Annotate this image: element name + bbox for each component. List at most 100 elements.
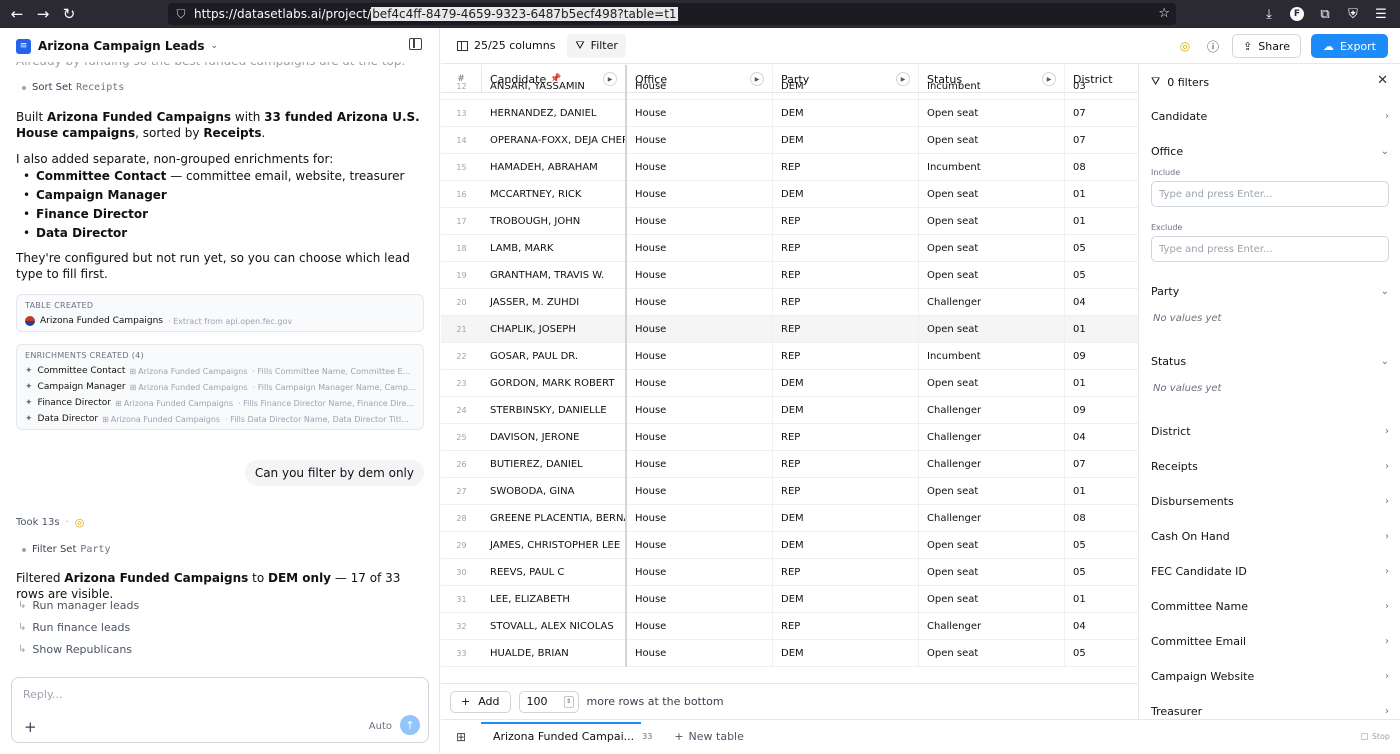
table-row[interactable]: 24 STERBINSKY, DANIELLE House DEM Challenger… bbox=[441, 397, 1138, 424]
filter-section-candidate[interactable]: Candidate › bbox=[1151, 110, 1389, 123]
party-cell[interactable]: REP bbox=[773, 424, 919, 451]
reply-composer[interactable]: Reply... + Auto ↑ bbox=[11, 677, 429, 743]
filter-section-office[interactable]: Office ⌄ bbox=[1151, 145, 1389, 158]
candidate-cell[interactable]: JASSER, M. ZUHDI bbox=[482, 289, 627, 316]
candidate-cell[interactable]: MCCARTNEY, RICK bbox=[482, 181, 627, 208]
sidebar-toggle-icon[interactable] bbox=[409, 38, 422, 50]
status-cell[interactable]: Open seat bbox=[919, 586, 1065, 613]
candidate-cell[interactable]: GREENE PLACENTIA, BERNADETTE bbox=[482, 505, 627, 532]
profile-avatar[interactable]: F bbox=[1284, 0, 1310, 28]
table-row[interactable]: 29 JAMES, CHRISTOPHER LEE House DEM Open sea… bbox=[441, 532, 1138, 559]
plus-icon[interactable]: + bbox=[24, 718, 37, 736]
table-row[interactable]: 28 GREENE PLACENTIA, BERNADETTEHouseDEMCh… bbox=[441, 505, 1138, 532]
project-title[interactable]: Arizona Campaign Leads bbox=[38, 39, 205, 53]
suggestion-show-republicans[interactable]: ↳ Show Republicans bbox=[18, 643, 132, 656]
reply-input[interactable]: Reply... bbox=[23, 688, 62, 701]
back-arrow-icon[interactable]: ← bbox=[4, 0, 30, 28]
office-cell[interactable]: House bbox=[627, 640, 773, 667]
district-cell[interactable]: 03 bbox=[1065, 73, 1138, 100]
candidate-cell[interactable]: BUTIEREZ, DANIEL bbox=[482, 451, 627, 478]
office-cell[interactable]: House bbox=[627, 451, 773, 478]
candidate-cell[interactable]: TROBOUGH, JOHN bbox=[482, 208, 627, 235]
party-cell[interactable]: DEM bbox=[773, 127, 919, 154]
sort-tool-call[interactable]: Sort Set Receipts bbox=[22, 82, 124, 93]
office-cell[interactable]: House bbox=[627, 559, 773, 586]
status-cell[interactable]: Challenger bbox=[919, 424, 1065, 451]
table-row[interactable]: 19 GRANTHAM, TRAVIS W. House REP Open seat 05 bbox=[441, 262, 1138, 289]
filter-section-disbursements[interactable]: Disbursements › bbox=[1151, 495, 1389, 508]
table-icon[interactable]: ⊞ bbox=[441, 730, 481, 744]
candidate-cell[interactable]: OPERANA-FOXX, DEJA CHERIE bbox=[482, 127, 627, 154]
candidate-cell[interactable]: GOSAR, PAUL DR. bbox=[482, 343, 627, 370]
new-table-button[interactable]: + New table bbox=[674, 730, 744, 743]
party-cell[interactable]: REP bbox=[773, 478, 919, 505]
enrichment-item[interactable]: ✦ Data Director ⊞ Arizona Funded Campaig… bbox=[17, 411, 423, 427]
table-row[interactable]: 16 MCCARTNEY, RICK House DEM Open seat 01 bbox=[441, 181, 1138, 208]
district-cell[interactable]: 01 bbox=[1065, 586, 1138, 613]
table-row[interactable]: 33 HUALDE, BRIAN House DEM Open seat 05 bbox=[441, 640, 1138, 667]
office-cell[interactable]: House bbox=[627, 100, 773, 127]
candidate-cell[interactable]: LAMB, MARK bbox=[482, 235, 627, 262]
district-cell[interactable]: 04 bbox=[1065, 613, 1138, 640]
suggestion-run-finance-leads[interactable]: ↳ Run finance leads bbox=[18, 621, 130, 634]
status-cell[interactable]: Challenger bbox=[919, 613, 1065, 640]
party-cell[interactable]: REP bbox=[773, 154, 919, 181]
table-row[interactable]: 30 REEVS, PAUL C House REP Open seat 05 bbox=[441, 559, 1138, 586]
table-row[interactable]: 21 CHAPLIK, JOSEPH House REP Open seat 01 bbox=[441, 316, 1138, 343]
filter-section-committee-name[interactable]: Committee Name › bbox=[1151, 600, 1389, 613]
candidate-cell[interactable]: GORDON, MARK ROBERT bbox=[482, 370, 627, 397]
candidate-cell[interactable]: ANSARI, YASSAMIN bbox=[482, 73, 627, 100]
table-row[interactable]: 23 GORDON, MARK ROBERT House DEM Open seat 01 bbox=[441, 370, 1138, 397]
office-cell[interactable]: House bbox=[627, 289, 773, 316]
party-cell[interactable]: REP bbox=[773, 289, 919, 316]
add-rows-button[interactable]: + Add bbox=[450, 690, 511, 713]
district-cell[interactable]: 05 bbox=[1065, 640, 1138, 667]
enrichment-item[interactable]: ✦ Committee Contact ⊞ Arizona Funded Cam… bbox=[17, 363, 423, 379]
table-row[interactable]: 12 ANSARI, YASSAMIN House DEM Incumbent 03 bbox=[441, 73, 1138, 100]
candidate-cell[interactable]: HERNANDEZ, DANIEL bbox=[482, 100, 627, 127]
party-cell[interactable]: DEM bbox=[773, 397, 919, 424]
district-cell[interactable]: 07 bbox=[1065, 127, 1138, 154]
status-cell[interactable]: Open seat bbox=[919, 316, 1065, 343]
enrichment-item[interactable]: ✦ Finance Director ⊞ Arizona Funded Camp… bbox=[17, 395, 423, 411]
party-cell[interactable]: DEM bbox=[773, 73, 919, 100]
filter-section-treasurer[interactable]: Treasurer › bbox=[1151, 705, 1389, 718]
district-cell[interactable]: 09 bbox=[1065, 343, 1138, 370]
district-cell[interactable]: 05 bbox=[1065, 262, 1138, 289]
table-row[interactable]: 20 JASSER, M. ZUHDI House REP Challenger 04 bbox=[441, 289, 1138, 316]
stepper-icon[interactable]: ⇕ bbox=[563, 695, 574, 708]
table-row[interactable]: 15 HAMADEH, ABRAHAM House REP Incumbent 08 bbox=[441, 154, 1138, 181]
filter-section-party[interactable]: Party ⌄ bbox=[1151, 285, 1389, 298]
ublock-icon[interactable]: ⛨ bbox=[1340, 0, 1366, 28]
candidate-cell[interactable]: GRANTHAM, TRAVIS W. bbox=[482, 262, 627, 289]
party-cell[interactable]: REP bbox=[773, 316, 919, 343]
forward-arrow-icon[interactable]: → bbox=[30, 0, 56, 28]
status-cell[interactable]: Open seat bbox=[919, 559, 1065, 586]
table-created-card[interactable]: TABLE CREATED Arizona Funded Campaigns ·… bbox=[16, 294, 424, 332]
candidate-cell[interactable]: SWOBODA, GINA bbox=[482, 478, 627, 505]
table-row[interactable]: 25 DAVISON, JERONE House REP Challenger 04 bbox=[441, 424, 1138, 451]
party-cell[interactable]: DEM bbox=[773, 505, 919, 532]
close-icon[interactable]: ✕ bbox=[1377, 73, 1388, 88]
district-cell[interactable]: 01 bbox=[1065, 181, 1138, 208]
district-cell[interactable]: 01 bbox=[1065, 316, 1138, 343]
filter-section-committee-email[interactable]: Committee Email › bbox=[1151, 635, 1389, 648]
table-row[interactable]: 13 HERNANDEZ, DANIEL House DEM Open seat 07 bbox=[441, 100, 1138, 127]
office-cell[interactable]: House bbox=[627, 532, 773, 559]
office-cell[interactable]: House bbox=[627, 154, 773, 181]
office-cell[interactable]: House bbox=[627, 505, 773, 532]
filter-section-campaign-website[interactable]: Campaign Website › bbox=[1151, 670, 1389, 683]
share-button[interactable]: ⇪ Share bbox=[1232, 34, 1301, 58]
status-cell[interactable]: Open seat bbox=[919, 370, 1065, 397]
status-cell[interactable]: Open seat bbox=[919, 181, 1065, 208]
row-count-input[interactable]: 100 ⇕ bbox=[518, 690, 579, 713]
table-row[interactable]: 18 LAMB, MARK House REP Open seat 05 bbox=[441, 235, 1138, 262]
office-cell[interactable]: House bbox=[627, 370, 773, 397]
district-cell[interactable]: 01 bbox=[1065, 370, 1138, 397]
reload-icon[interactable]: ↻ bbox=[56, 0, 82, 28]
table-row[interactable]: 17 TROBOUGH, JOHN House REP Open seat 01 bbox=[441, 208, 1138, 235]
filter-section-district[interactable]: District › bbox=[1151, 425, 1389, 438]
office-cell[interactable]: House bbox=[627, 208, 773, 235]
office-cell[interactable]: House bbox=[627, 235, 773, 262]
status-cell[interactable]: Challenger bbox=[919, 505, 1065, 532]
